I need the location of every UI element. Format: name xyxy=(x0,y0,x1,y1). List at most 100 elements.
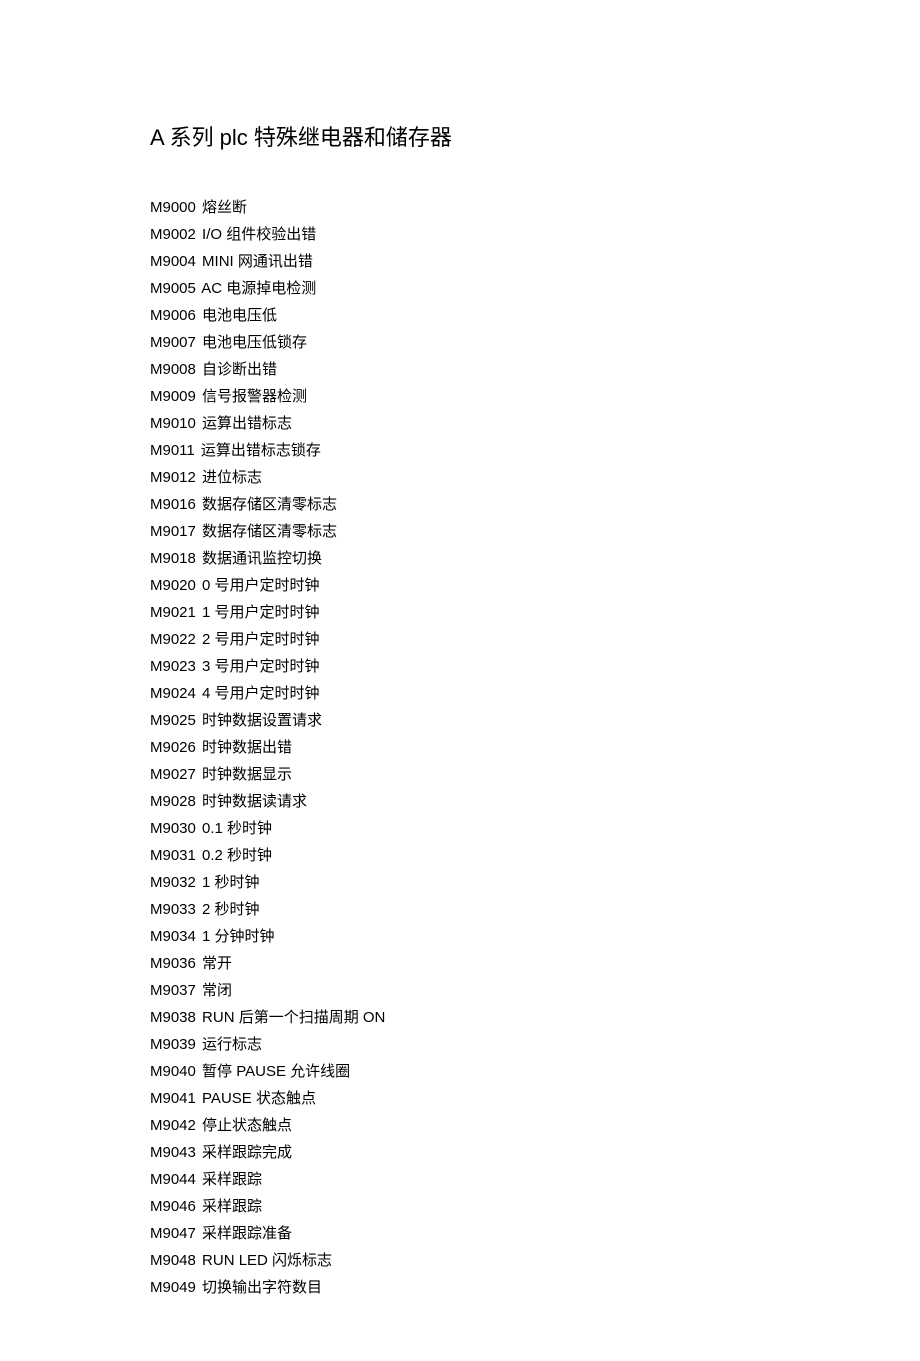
list-item: M9008 自诊断出错 xyxy=(150,356,770,383)
relay-code: M9020 xyxy=(150,577,196,594)
relay-list: M9000 熔丝断M9002 I/O 组件校验出错M9004 MINI 网通讯出… xyxy=(150,194,770,1301)
list-item: M9039 运行标志 xyxy=(150,1031,770,1058)
relay-description: PAUSE 状态触点 xyxy=(198,1090,316,1107)
relay-code: M9008 xyxy=(150,361,196,378)
list-item: M9011 运算出错标志锁存 xyxy=(150,437,770,464)
list-item: M9022 2 号用户定时时钟 xyxy=(150,626,770,653)
list-item: M9047 采样跟踪准备 xyxy=(150,1220,770,1247)
relay-code: M9033 xyxy=(150,901,196,918)
relay-description: 数据存储区清零标志 xyxy=(198,523,337,540)
relay-code: M9004 xyxy=(150,253,196,270)
relay-description: 停止状态触点 xyxy=(198,1117,292,1134)
relay-description: 数据通讯监控切换 xyxy=(198,550,322,567)
relay-description: 信号报警器检测 xyxy=(198,388,307,405)
list-item: M9025 时钟数据设置请求 xyxy=(150,707,770,734)
relay-description: 时钟数据显示 xyxy=(198,766,292,783)
list-item: M9043 采样跟踪完成 xyxy=(150,1139,770,1166)
list-item: M9021 1 号用户定时时钟 xyxy=(150,599,770,626)
list-item: M9041 PAUSE 状态触点 xyxy=(150,1085,770,1112)
relay-description: 采样跟踪 xyxy=(198,1198,262,1215)
relay-description: 熔丝断 xyxy=(198,199,247,216)
list-item: M9036 常开 xyxy=(150,950,770,977)
relay-description: 2 秒时钟 xyxy=(198,901,260,918)
relay-description: 0 号用户定时时钟 xyxy=(198,577,320,594)
relay-description: 0.1 秒时钟 xyxy=(198,820,272,837)
relay-code: M9039 xyxy=(150,1036,196,1053)
list-item: M9028 时钟数据读请求 xyxy=(150,788,770,815)
relay-code: M9027 xyxy=(150,766,196,783)
relay-code: M9037 xyxy=(150,982,196,999)
relay-code: M9034 xyxy=(150,928,196,945)
relay-code: M9023 xyxy=(150,658,196,675)
relay-description: I/O 组件校验出错 xyxy=(198,226,316,243)
list-item: M9000 熔丝断 xyxy=(150,194,770,221)
list-item: M9016 数据存储区清零标志 xyxy=(150,491,770,518)
relay-description: AC 电源掉电检测 xyxy=(198,280,316,297)
list-item: M9004 MINI 网通讯出错 xyxy=(150,248,770,275)
relay-description: 2 号用户定时时钟 xyxy=(198,631,320,648)
relay-description: 切换输出字符数目 xyxy=(198,1279,322,1296)
relay-description: 时钟数据出错 xyxy=(198,739,292,756)
relay-code: M9040 xyxy=(150,1063,196,1080)
relay-description: 时钟数据设置请求 xyxy=(198,712,322,729)
list-item: M9030 0.1 秒时钟 xyxy=(150,815,770,842)
relay-code: M9016 xyxy=(150,496,196,513)
list-item: M9010 运算出错标志 xyxy=(150,410,770,437)
list-item: M9037 常闭 xyxy=(150,977,770,1004)
relay-description: 1 号用户定时时钟 xyxy=(198,604,320,621)
relay-code: M9006 xyxy=(150,307,196,324)
list-item: M9044 采样跟踪 xyxy=(150,1166,770,1193)
relay-code: M9026 xyxy=(150,739,196,756)
list-item: M9031 0.2 秒时钟 xyxy=(150,842,770,869)
list-item: M9009 信号报警器检测 xyxy=(150,383,770,410)
list-item: M9046 采样跟踪 xyxy=(150,1193,770,1220)
list-item: M9024 4 号用户定时时钟 xyxy=(150,680,770,707)
relay-code: M9024 xyxy=(150,685,196,702)
relay-description: 运算出错标志 xyxy=(198,415,292,432)
relay-description: 常闭 xyxy=(198,982,232,999)
relay-code: M9025 xyxy=(150,712,196,729)
list-item: M9007 电池电压低锁存 xyxy=(150,329,770,356)
relay-code: M9002 xyxy=(150,226,196,243)
relay-description: 电池电压低锁存 xyxy=(198,334,307,351)
relay-description: RUN 后第一个扫描周期 ON xyxy=(198,1009,386,1026)
relay-description: 1 秒时钟 xyxy=(198,874,260,891)
list-item: M9027 时钟数据显示 xyxy=(150,761,770,788)
relay-code: M9012 xyxy=(150,469,196,486)
relay-code: M9005 xyxy=(150,280,196,297)
relay-description: 电池电压低 xyxy=(198,307,277,324)
list-item: M9032 1 秒时钟 xyxy=(150,869,770,896)
relay-code: M9011 xyxy=(150,442,195,459)
relay-code: M9049 xyxy=(150,1279,196,1296)
relay-description: 进位标志 xyxy=(198,469,262,486)
relay-description: 数据存储区清零标志 xyxy=(198,496,337,513)
relay-description: 暂停 PAUSE 允许线圈 xyxy=(198,1063,350,1080)
relay-code: M9032 xyxy=(150,874,196,891)
relay-code: M9021 xyxy=(150,604,196,621)
list-item: M9018 数据通讯监控切换 xyxy=(150,545,770,572)
relay-description: 1 分钟时钟 xyxy=(198,928,275,945)
relay-code: M9044 xyxy=(150,1171,196,1188)
list-item: M9038 RUN 后第一个扫描周期 ON xyxy=(150,1004,770,1031)
relay-code: M9036 xyxy=(150,955,196,972)
relay-code: M9017 xyxy=(150,523,196,540)
relay-code: M9043 xyxy=(150,1144,196,1161)
relay-description: 0.2 秒时钟 xyxy=(198,847,272,864)
list-item: M9020 0 号用户定时时钟 xyxy=(150,572,770,599)
page-title: A 系列 plc 特殊继电器和储存器 xyxy=(150,120,770,152)
relay-description: MINI 网通讯出错 xyxy=(198,253,313,270)
list-item: M9005 AC 电源掉电检测 xyxy=(150,275,770,302)
relay-code: M9038 xyxy=(150,1009,196,1026)
relay-description: 采样跟踪完成 xyxy=(198,1144,292,1161)
list-item: M9034 1 分钟时钟 xyxy=(150,923,770,950)
relay-description: 运行标志 xyxy=(198,1036,262,1053)
relay-code: M9007 xyxy=(150,334,196,351)
relay-description: RUN LED 闪烁标志 xyxy=(198,1252,332,1269)
relay-description: 采样跟踪准备 xyxy=(198,1225,292,1242)
list-item: M9049 切换输出字符数目 xyxy=(150,1274,770,1301)
relay-code: M9048 xyxy=(150,1252,196,1269)
relay-code: M9047 xyxy=(150,1225,196,1242)
relay-description: 3 号用户定时时钟 xyxy=(198,658,320,675)
list-item: M9026 时钟数据出错 xyxy=(150,734,770,761)
relay-description: 4 号用户定时时钟 xyxy=(198,685,320,702)
